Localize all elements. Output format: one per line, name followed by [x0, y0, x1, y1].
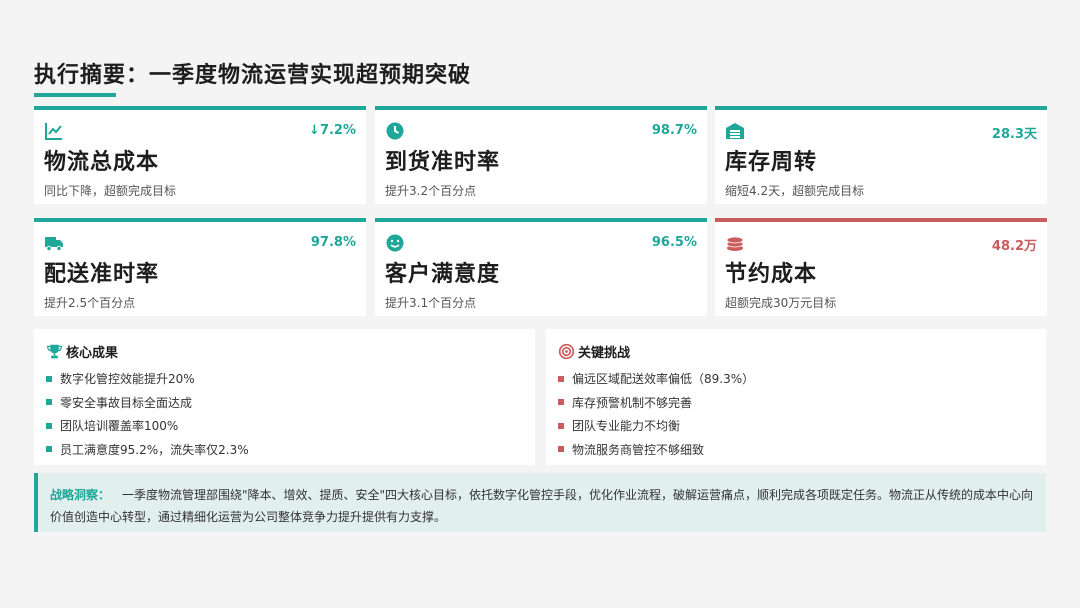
achievements-title: 核心成果 — [66, 345, 119, 361]
kpi-card-arrival-ontime: 98.7% 到货准时率 提升3.2个百分点 — [375, 106, 707, 204]
bullet — [46, 375, 52, 382]
coins-icon — [726, 236, 744, 251]
kpi-name: 库存周转 — [725, 150, 818, 175]
kpi-value: 28.3天 — [991, 127, 1037, 142]
clock-icon — [386, 122, 404, 140]
kpi-card-logistics-cost: ↓7.2% 物流总成本 同比下降，超额完成目标 — [34, 106, 366, 204]
truck-icon — [45, 237, 63, 252]
bullet — [46, 446, 52, 453]
list-item: 团队培训覆盖率100% — [46, 414, 249, 438]
kpi-subtext: 提升2.5个百分点 — [44, 296, 136, 310]
kpi-value: 97.8% — [310, 235, 356, 250]
achievements-header: 核心成果 — [46, 341, 118, 361]
kpi-subtext: 提升3.1个百分点 — [385, 296, 477, 310]
kpi-subtext: 提升3.2个百分点 — [385, 184, 477, 198]
kpi-card-delivery-ontime: 97.8% 配送准时率 提升2.5个百分点 — [34, 218, 366, 316]
challenges-list: 偏远区域配送效率偏低（89.3%） 库存预警机制不够完善 团队专业能力不均衡 物… — [558, 367, 754, 461]
achievements-list: 数字化管控效能提升20% 零安全事故目标全面达成 团队培训覆盖率100% 员工满… — [46, 367, 249, 461]
list-item: 物流服务商管控不够细致 — [558, 438, 754, 462]
bullet — [558, 446, 564, 453]
bullet — [558, 399, 564, 406]
list-item: 团队专业能力不均衡 — [558, 414, 754, 438]
bullet — [46, 399, 52, 406]
bullet — [558, 375, 564, 382]
bullet — [558, 422, 564, 429]
kpi-name: 客户满意度 — [385, 262, 501, 287]
achievements-panel: 核心成果 数字化管控效能提升20% 零安全事故目标全面达成 团队培训覆盖率100… — [34, 329, 535, 465]
trophy-icon — [47, 344, 62, 358]
kpi-name: 到货准时率 — [385, 150, 501, 175]
kpi-subtext: 超额完成30万元目标 — [725, 296, 837, 310]
strategy-label: 战略洞察： — [50, 488, 111, 502]
list-item: 数字化管控效能提升20% — [46, 367, 249, 391]
line-chart-icon — [45, 123, 62, 140]
kpi-value: 96.5% — [651, 235, 697, 250]
list-item: 库存预警机制不够完善 — [558, 391, 754, 415]
smile-icon — [386, 234, 404, 252]
bullet — [46, 422, 52, 429]
kpi-name: 配送准时率 — [44, 262, 160, 287]
kpi-card-inventory-turnover: 28.3天 库存周转 缩短4.2天，超额完成目标 — [715, 106, 1047, 204]
warehouse-icon — [726, 123, 744, 139]
kpi-subtext: 缩短4.2天，超额完成目标 — [725, 184, 865, 198]
challenges-panel: 关键挑战 偏远区域配送效率偏低（89.3%） 库存预警机制不够完善 团队专业能力… — [546, 329, 1046, 465]
challenges-title: 关键挑战 — [578, 345, 631, 361]
list-item: 偏远区域配送效率偏低（89.3%） — [558, 367, 754, 391]
page-title: 执行摘要：一季度物流运营实现超预期突破 — [34, 63, 472, 88]
kpi-name: 节约成本 — [725, 262, 818, 287]
kpi-value: ↓7.2% — [309, 123, 356, 138]
challenges-header: 关键挑战 — [558, 341, 630, 361]
kpi-value: 48.2万 — [991, 239, 1037, 254]
kpi-subtext: 同比下降，超额完成目标 — [44, 184, 177, 198]
kpi-card-cost-savings: 48.2万 节约成本 超额完成30万元目标 — [715, 218, 1047, 316]
kpi-value: 98.7% — [651, 123, 697, 138]
kpi-name: 物流总成本 — [44, 150, 160, 175]
strategy-text: 一季度物流管理部围绕"降本、增效、提质、安全"四大核心目标，依托数字化管控手段，… — [50, 488, 1034, 524]
kpi-card-customer-satisfaction: 96.5% 客户满意度 提升3.1个百分点 — [375, 218, 707, 316]
list-item: 员工满意度95.2%，流失率仅2.3% — [46, 438, 249, 462]
strategy-insight: 战略洞察： 一季度物流管理部围绕"降本、增效、提质、安全"四大核心目标，依托数字化… — [34, 473, 1046, 532]
list-item: 零安全事故目标全面达成 — [46, 391, 249, 415]
title-underline — [34, 93, 116, 97]
target-icon — [558, 343, 575, 359]
